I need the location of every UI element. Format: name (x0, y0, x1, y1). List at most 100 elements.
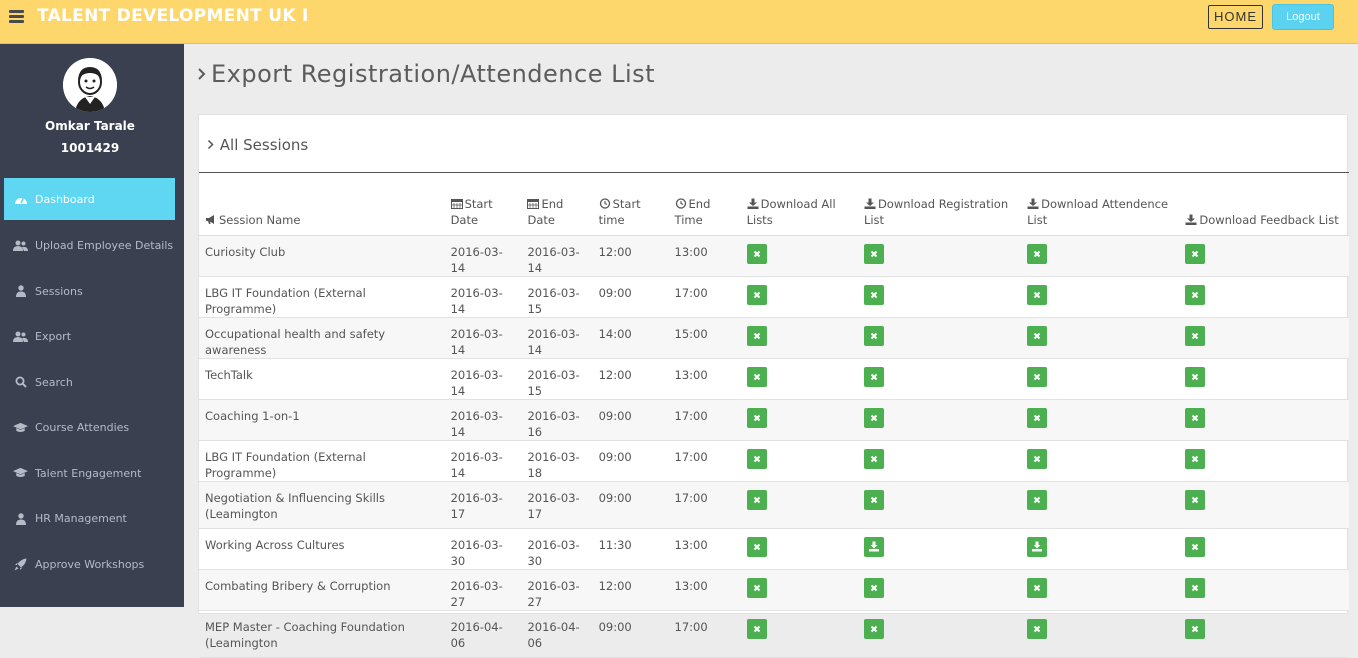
download-feedback-unavailable-button[interactable] (1185, 536, 1206, 557)
download-all-unavailable-button[interactable] (746, 325, 767, 346)
download-all-cell (740, 481, 858, 529)
download-feedback-unavailable-button[interactable] (1185, 325, 1206, 346)
start-time-cell: 09:00 (592, 481, 669, 529)
close-icon (753, 250, 760, 257)
hamburger-menu-icon[interactable] (9, 10, 24, 23)
close-icon (753, 543, 760, 550)
close-icon (1192, 496, 1199, 503)
download-attendence-unavailable-button[interactable] (1027, 243, 1048, 264)
clock-icon (675, 197, 686, 209)
panel-title-text: All Sessions (219, 136, 309, 154)
sidebar-item-search[interactable]: Search (4, 360, 175, 406)
column-header-start-date[interactable]: Start Date (444, 190, 522, 236)
sidebar-item-hr-management[interactable]: HR Management (4, 496, 175, 542)
download-icon (1027, 198, 1039, 209)
sidebar-nav: Dashboard Upload Employee Details Sessio… (4, 178, 175, 587)
download-attendence-unavailable-button[interactable] (1027, 325, 1048, 346)
download-registration-unavailable-button[interactable] (863, 284, 884, 305)
download-feedback-unavailable-button[interactable] (1185, 577, 1206, 598)
download-all-unavailable-button[interactable] (746, 536, 767, 557)
user-name: Omkar Tarale (45, 119, 135, 133)
sidebar: Omkar Tarale 1001429 Dashboard Upload Em… (0, 44, 184, 607)
close-icon (1192, 291, 1199, 298)
column-header-start-time[interactable]: Start time (592, 190, 669, 236)
sidebar-item-approve-workshops[interactable]: Approve Workshops (4, 542, 175, 588)
download-all-unavailable-button[interactable] (746, 284, 767, 305)
page-title-text: Export Registration/Attendence List (211, 60, 656, 88)
sidebar-item-export[interactable]: Export (4, 314, 175, 360)
download-all-unavailable-button[interactable] (746, 243, 767, 264)
download-feedback-unavailable-button[interactable] (1185, 284, 1206, 305)
download-registration-unavailable-button[interactable] (863, 407, 884, 428)
sidebar-item-dashboard[interactable]: Dashboard (4, 178, 175, 220)
column-header-download-registration[interactable]: Download Registration List (857, 190, 1022, 236)
logout-button[interactable]: Logout (1272, 4, 1334, 30)
end-date-cell: 2016-03-14 (521, 235, 593, 277)
download-all-unavailable-button[interactable] (746, 366, 767, 387)
download-registration-download-button[interactable] (863, 536, 884, 557)
start-date-cell: 2016-03-14 (444, 276, 522, 318)
download-attendence-unavailable-button[interactable] (1027, 284, 1048, 305)
sidebar-item-course-attendies[interactable]: Course Attendies (4, 405, 175, 451)
column-header-session-name[interactable]: Session Name (199, 190, 445, 236)
close-icon (870, 291, 878, 298)
download-all-unavailable-button[interactable] (746, 618, 767, 639)
sidebar-item-sessions[interactable]: Sessions (4, 269, 175, 315)
column-header-download-feedback[interactable]: Download Feedback List (1179, 190, 1349, 236)
start-date-cell: 2016-03-17 (444, 481, 522, 529)
download-all-unavailable-button[interactable] (746, 489, 767, 510)
download-attendence-unavailable-button[interactable] (1027, 618, 1048, 639)
close-icon (1192, 455, 1199, 462)
close-icon (753, 332, 760, 339)
download-feedback-unavailable-button[interactable] (1185, 448, 1206, 469)
close-icon (1033, 584, 1041, 591)
download-attendence-unavailable-button[interactable] (1027, 407, 1048, 428)
end-time-cell: 13:00 (668, 358, 741, 400)
sidebar-item-talent-engagement[interactable]: Talent Engagement (4, 451, 175, 497)
close-icon (870, 584, 878, 591)
download-attendence-unavailable-button[interactable] (1027, 489, 1048, 510)
download-attendence-unavailable-button[interactable] (1027, 577, 1048, 598)
download-attendence-unavailable-button[interactable] (1027, 366, 1048, 387)
graduation-cap-icon (13, 421, 28, 434)
close-icon (1033, 373, 1041, 380)
home-button[interactable]: HOME (1208, 5, 1263, 29)
download-registration-unavailable-button[interactable] (863, 325, 884, 346)
download-registration-unavailable-button[interactable] (863, 448, 884, 469)
download-icon (747, 198, 759, 209)
download-icon (1032, 541, 1043, 552)
close-icon (1192, 414, 1199, 421)
download-feedback-unavailable-button[interactable] (1185, 243, 1206, 264)
download-attendence-download-button[interactable] (1027, 536, 1048, 557)
download-feedback-unavailable-button[interactable] (1185, 618, 1206, 639)
table-row: LBG IT Foundation (External Programme) 20… (199, 440, 1349, 482)
download-registration-unavailable-button[interactable] (863, 618, 884, 639)
table-row: Coaching 1-on-1 2016-03-14 2016-03-16 09:00… (199, 399, 1349, 441)
download-registration-unavailable-button[interactable] (863, 243, 884, 264)
column-header-download-attendence[interactable]: Download Attendence List (1021, 190, 1180, 236)
download-attendence-unavailable-button[interactable] (1027, 448, 1048, 469)
close-icon (753, 496, 760, 503)
column-header-download-all[interactable]: Download All Lists (740, 190, 858, 236)
column-header-end-date[interactable]: End Date (521, 190, 593, 236)
download-registration-unavailable-button[interactable] (863, 577, 884, 598)
calendar-icon (450, 198, 463, 209)
start-time-cell: 11:30 (592, 528, 669, 570)
download-feedback-unavailable-button[interactable] (1185, 366, 1206, 387)
column-header-end-time[interactable]: End Time (668, 190, 741, 236)
download-all-unavailable-button[interactable] (746, 577, 767, 598)
close-icon (1033, 455, 1041, 462)
chevron-right-icon (197, 60, 211, 88)
sidebar-item-upload-employee-details[interactable]: Upload Employee Details (4, 223, 175, 269)
download-registration-unavailable-button[interactable] (863, 489, 884, 510)
download-registration-unavailable-button[interactable] (863, 366, 884, 387)
download-all-unavailable-button[interactable] (746, 407, 767, 428)
download-feedback-unavailable-button[interactable] (1185, 489, 1206, 510)
download-feedback-cell (1179, 481, 1349, 529)
user-id: 1001429 (60, 141, 120, 155)
download-all-unavailable-button[interactable] (746, 448, 767, 469)
end-date-cell: 2016-03-15 (521, 276, 593, 318)
sidebar-item-label: Dashboard (35, 192, 95, 206)
session-name-cell: LBG IT Foundation (External Programme) (199, 276, 445, 318)
download-feedback-unavailable-button[interactable] (1185, 407, 1206, 428)
